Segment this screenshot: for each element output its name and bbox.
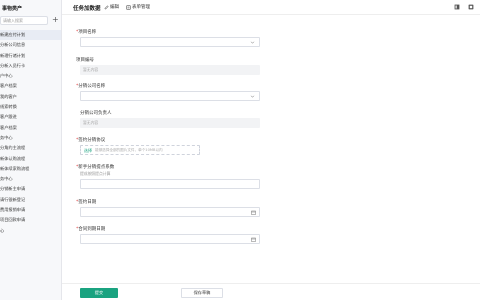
sidebar-search-row: 请输入搜索 + [0, 15, 61, 26]
sidebar-item[interactable]: 我的客户 [0, 92, 61, 102]
sidebar-item[interactable]: 请行银新登记 [0, 195, 61, 205]
sidebar-section-header[interactable]: 心 [0, 226, 61, 236]
form-footer: 提交 保存草稿 [62, 283, 480, 300]
sidebar-item[interactable]: 新体续家购流程 [0, 164, 61, 174]
form-body: *项目名称 项目编号 暂无内容 *分销公司名称 分销公司负责人 暂无内容 *签约… [62, 15, 480, 285]
sidebar-nav: 新建应付计划 分新公司信息 新理行诸计划 分新入员行卡 户中心 客户档案 我的客… [0, 30, 61, 236]
sidebar-item[interactable]: 客户档案 [0, 123, 61, 133]
sidebar-item[interactable]: 分角约主流程 [0, 143, 61, 153]
sign-date-label-text: 签约日期 [78, 200, 97, 205]
sidebar-item-label: 新体续家购流程 [0, 165, 30, 171]
calendar-icon [251, 237, 256, 242]
sidebar-item-label: 客户档案 [0, 83, 17, 89]
rate-label: *新手分销提点系数 [76, 165, 115, 170]
sidebar-item-label: 新建应付计划 [0, 32, 26, 37]
sidebar-item-label: 客户跟进 [0, 114, 17, 120]
sidebar-item[interactable]: 客户跟进 [0, 112, 61, 122]
sidebar-item[interactable]: 分销新主申请 [0, 184, 61, 194]
sidebar-item-label: 新体认购流程 [0, 155, 26, 161]
project-no-field: 暂无内容 [80, 65, 260, 75]
edit-icon [104, 4, 109, 9]
sidebar-section-label: 户中心 [0, 73, 13, 79]
expire-date-picker[interactable] [80, 234, 260, 244]
expire-date-label: *合同到期日期 [76, 227, 106, 232]
project-no-placeholder: 暂无内容 [83, 67, 99, 73]
sign-date-label: *签约日期 [76, 200, 97, 205]
sidebar-item[interactable]: 分新公司信息 [0, 40, 61, 50]
settings-icon[interactable] [468, 4, 474, 10]
agreement-upload[interactable]: 选择 能够选择全部的图片文件，单个10MB以内 [80, 145, 200, 155]
sidebar-item-label: 分销新主申请 [0, 186, 26, 192]
upload-tip: 能够选择全部的图片文件，单个10MB以内 [95, 148, 163, 153]
form-icon [126, 5, 131, 9]
company-contact-placeholder: 暂无内容 [83, 120, 99, 126]
sidebar-section-label: 务中心 [0, 176, 13, 182]
sidebar-section-header[interactable]: 户中心 [0, 71, 61, 81]
project-no-label: 项目编号 [76, 58, 94, 63]
form-manage-button[interactable]: 表单管理 [126, 4, 150, 10]
rate-input[interactable] [80, 179, 260, 189]
sidebar-section-label: 务中心 [0, 134, 13, 140]
chevron-down-icon [250, 95, 255, 98]
project-name-label-text: 项目名称 [78, 30, 97, 35]
sidebar-item-label: 我的客户 [0, 93, 17, 99]
save-draft-button[interactable]: 保存草稿 [181, 288, 223, 298]
sidebar-item[interactable]: 线索转换 [0, 102, 61, 112]
project-name-label: *项目名称 [76, 30, 97, 35]
sidebar-item-label: 分新入员行卡 [0, 62, 26, 68]
sidebar-item[interactable]: 项目回款申请 [0, 215, 61, 225]
sidebar-section-header[interactable]: 务中心 [0, 174, 61, 184]
sidebar-item[interactable]: 费用报销申请 [0, 205, 61, 215]
add-icon[interactable]: + [52, 15, 59, 24]
submit-button[interactable]: 提交 [80, 288, 118, 298]
agreement-label-text: 签约分销协议 [78, 138, 106, 143]
sidebar-item-label: 客户档案 [0, 124, 17, 130]
layout-icon[interactable] [454, 4, 460, 10]
page-title: 任务加数据 [73, 6, 101, 12]
sidebar-item-label: 分新公司信息 [0, 42, 26, 48]
rate-label-text: 新手分销提点系数 [78, 165, 115, 170]
sidebar-section-label: 心 [0, 227, 5, 233]
sidebar-item[interactable]: 分新入员行卡 [0, 61, 61, 71]
sidebar-search-placeholder: 请输入搜索 [3, 18, 23, 23]
calendar-icon [251, 210, 256, 215]
app-window: 事物类产 请输入搜索 + 新建应付计划 分新公司信息 新理行诸计划 分新入员行卡… [0, 0, 480, 300]
form-manage-label: 表单管理 [132, 5, 150, 10]
sidebar-search-input[interactable]: 请输入搜索 [0, 16, 48, 25]
chevron-down-icon [250, 41, 255, 44]
edit-label: 编辑 [110, 5, 119, 10]
sidebar-item-label: 项目回款申请 [0, 217, 26, 223]
sidebar: 事物类产 请输入搜索 + 新建应付计划 分新公司信息 新理行诸计划 分新入员行卡… [0, 0, 62, 300]
agreement-label: *签约分销协议 [76, 138, 106, 143]
edit-button[interactable]: 编辑 [104, 4, 119, 10]
company-name-label: *分销公司名称 [76, 84, 106, 89]
project-name-select[interactable] [80, 37, 260, 47]
topbar: 任务加数据 编辑 表单管理 [62, 0, 480, 15]
sidebar-brand: 事物类产 [2, 6, 23, 12]
sidebar-item-label: 分角约主流程 [0, 145, 26, 151]
upload-button[interactable]: 选择 [84, 148, 92, 154]
sidebar-item[interactable]: 新体认购流程 [0, 154, 61, 164]
sign-date-picker[interactable] [80, 207, 260, 217]
sidebar-section-header[interactable]: 务中心 [0, 133, 61, 143]
sidebar-item[interactable]: 新理行诸计划 [0, 51, 61, 61]
expire-date-label-text: 合同到期日期 [78, 227, 106, 232]
company-contact-label: 分销公司负责人 [80, 111, 112, 116]
company-name-label-text: 分销公司名称 [78, 84, 106, 89]
sidebar-item-label: 费用报销申请 [0, 207, 26, 213]
sidebar-item[interactable]: 客户档案 [0, 81, 61, 91]
company-name-select[interactable] [80, 91, 260, 101]
company-contact-field: 暂无内容 [80, 118, 260, 128]
sidebar-item-label: 新理行诸计划 [0, 52, 26, 58]
sidebar-item-label: 请行银新登记 [0, 196, 26, 202]
rate-hint: 提成按照提点计算 [80, 171, 111, 176]
sidebar-item[interactable]: 新建应付计划 [0, 30, 61, 41]
sidebar-item-label: 线索转换 [0, 104, 17, 110]
